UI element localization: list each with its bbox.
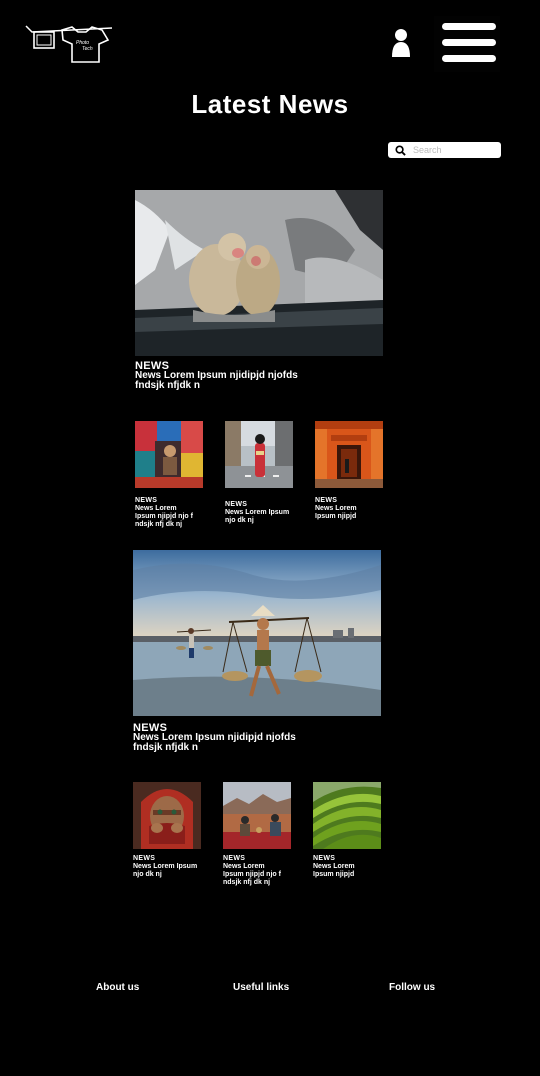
search-icon (395, 144, 406, 156)
featured-image-1[interactable] (135, 190, 383, 356)
news-headline[interactable]: News Lorem Ipsum njidipjd njofds fndsjk … (133, 733, 323, 753)
menu-bar (442, 39, 496, 46)
news-headline[interactable]: News Lorem Ipsum njipjd njo f ndsjk nfj … (223, 863, 285, 887)
site-logo[interactable]: Photo Tech (24, 22, 116, 66)
news-tag: NEWS (315, 497, 338, 504)
svg-text:Tech: Tech (82, 46, 93, 52)
news-tag: NEWS (313, 855, 336, 862)
news-headline[interactable]: News Lorem Ipsum njidipjd njofds fndsjk … (135, 371, 325, 391)
news-thumbnail[interactable] (133, 782, 201, 849)
news-headline[interactable]: News Lorem Ipsum njo dk nj (133, 863, 205, 879)
menu-bar (442, 23, 496, 30)
page-title: Latest News (191, 89, 349, 119)
footer-about-link[interactable]: About us (96, 982, 139, 993)
hamburger-menu-icon[interactable] (434, 16, 500, 72)
news-headline[interactable]: News Lorem Ipsum njipjd (313, 863, 373, 879)
news-tag: NEWS (135, 497, 158, 504)
news-thumbnail[interactable] (225, 421, 293, 488)
news-thumbnail[interactable] (313, 782, 381, 849)
menu-bar (442, 55, 496, 62)
featured-image-2[interactable] (133, 550, 381, 716)
news-headline[interactable]: News Lorem Ipsum njipjd (315, 505, 375, 521)
news-thumbnail[interactable] (315, 421, 383, 488)
news-thumbnail[interactable] (223, 782, 291, 849)
news-thumbnail[interactable] (135, 421, 203, 488)
news-tag: NEWS (225, 501, 248, 508)
search-input[interactable] (413, 145, 493, 155)
user-icon[interactable] (389, 28, 413, 58)
footer-useful-links[interactable]: Useful links (233, 982, 289, 993)
news-tag: NEWS (223, 855, 246, 862)
news-headline[interactable]: News Lorem Ipsum njipjd njo f ndsjk nfj … (135, 505, 197, 529)
search-bar[interactable] (388, 142, 501, 158)
news-headline[interactable]: News Lorem Ipsum njo dk nj (225, 509, 295, 525)
news-tag: NEWS (133, 855, 156, 862)
footer-follow-link[interactable]: Follow us (389, 982, 435, 993)
